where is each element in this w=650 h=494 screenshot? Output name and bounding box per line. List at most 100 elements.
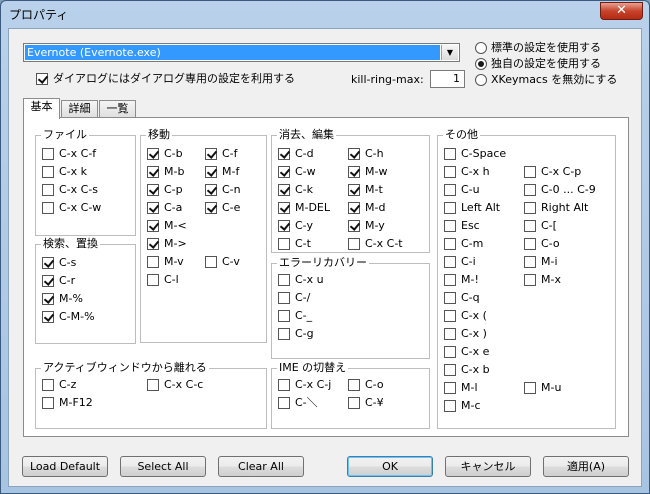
checkbox-file[interactable]: C-x C-w [42, 201, 101, 215]
checkbox-box[interactable] [444, 166, 456, 178]
checkbox-other[interactable]: M-! [444, 273, 479, 287]
checkbox-box[interactable] [348, 238, 360, 250]
checkbox-box[interactable] [278, 220, 290, 232]
dialog-settings-box[interactable] [36, 73, 48, 85]
checkbox-other[interactable]: C-x C-p [524, 165, 581, 179]
checkbox-edit[interactable]: C-h [348, 147, 384, 161]
checkbox-box[interactable] [524, 202, 536, 214]
checkbox-other[interactable]: C-x ) [444, 327, 487, 341]
checkbox-other[interactable]: M-u [524, 381, 561, 395]
checkbox-edit[interactable]: C-x C-t [348, 237, 403, 251]
checkbox-other[interactable]: C-[ [524, 219, 557, 233]
dialog-settings-checkbox[interactable]: ダイアログにはダイアログ専用の設定を利用する [36, 72, 295, 86]
checkbox-box[interactable] [147, 256, 159, 268]
checkbox-box[interactable] [348, 379, 360, 391]
checkbox-edit[interactable]: C-w [278, 165, 316, 179]
checkbox-box[interactable] [42, 148, 54, 160]
checkbox-box[interactable] [444, 382, 456, 394]
radio-standard-indicator[interactable] [475, 42, 487, 54]
checkbox-other[interactable]: C-x ( [444, 309, 487, 323]
checkbox-edit[interactable]: C-k [278, 183, 313, 197]
checkbox-other[interactable]: C-x e [444, 345, 489, 359]
checkbox-box[interactable] [147, 184, 159, 196]
checkbox-ime[interactable]: C-¥ [348, 396, 384, 410]
checkbox-box[interactable] [348, 202, 360, 214]
checkbox-edit[interactable]: M-y [348, 219, 385, 233]
checkbox-box[interactable] [278, 184, 290, 196]
radio-custom-settings[interactable]: 独自の設定を使用する [475, 57, 601, 71]
checkbox-edit[interactable]: M-w [348, 165, 387, 179]
checkbox-file[interactable]: C-x k [42, 165, 87, 179]
checkbox-box[interactable] [524, 184, 536, 196]
checkbox-box[interactable] [278, 379, 290, 391]
checkbox-other[interactable]: C-q [444, 291, 480, 305]
ok-button[interactable]: OK [347, 456, 433, 477]
checkbox-box[interactable] [278, 238, 290, 250]
checkbox-box[interactable] [278, 148, 290, 160]
checkbox-file[interactable]: C-x C-s [42, 183, 98, 197]
chevron-down-icon[interactable]: ▼ [441, 45, 458, 60]
checkbox-box[interactable] [205, 256, 217, 268]
radio-disable-xkeymacs[interactable]: XKeymacs を無効にする [475, 73, 617, 87]
checkbox-edit[interactable]: M-d [348, 201, 385, 215]
checkbox-move[interactable]: M-b [147, 165, 184, 179]
checkbox-box[interactable] [278, 310, 290, 322]
checkbox-box[interactable] [278, 328, 290, 340]
checkbox-box[interactable] [444, 274, 456, 286]
checkbox-box[interactable] [524, 238, 536, 250]
checkbox-move[interactable]: C-f [205, 147, 238, 161]
checkbox-edit[interactable]: M-DEL [278, 201, 330, 215]
checkbox-box[interactable] [278, 292, 290, 304]
checkbox-error[interactable]: C-x u [278, 273, 324, 287]
checkbox-other[interactable]: C-x b [444, 363, 490, 377]
checkbox-box[interactable] [42, 184, 54, 196]
close-button[interactable]: ✕ [600, 2, 643, 20]
checkbox-box[interactable] [444, 220, 456, 232]
radio-custom-indicator[interactable] [475, 58, 487, 70]
checkbox-other[interactable]: C-m [444, 237, 483, 251]
checkbox-other[interactable]: C-i [444, 255, 476, 269]
checkbox-box[interactable] [147, 274, 159, 286]
checkbox-box[interactable] [278, 397, 290, 409]
checkbox-box[interactable] [205, 148, 217, 160]
checkbox-move[interactable]: C-l [147, 273, 179, 287]
checkbox-ime[interactable]: C-＼ [278, 396, 318, 410]
radio-disable-indicator[interactable] [475, 74, 487, 86]
checkbox-box[interactable] [42, 202, 54, 214]
checkbox-error[interactable]: C-/ [278, 291, 310, 305]
checkbox-other[interactable]: C-x h [444, 165, 490, 179]
load-default-button[interactable]: Load Default [22, 456, 108, 477]
checkbox-box[interactable] [205, 202, 217, 214]
checkbox-box[interactable] [147, 379, 159, 391]
checkbox-box[interactable] [147, 220, 159, 232]
checkbox-box[interactable] [524, 274, 536, 286]
checkbox-search[interactable]: M-% [42, 292, 83, 306]
tab-list[interactable]: 一覧 [99, 100, 136, 118]
application-select[interactable]: Evernote (Evernote.exe) ▼ [23, 43, 460, 62]
checkbox-edit[interactable]: C-y [278, 219, 313, 233]
checkbox-move[interactable]: M-> [147, 237, 187, 251]
checkbox-move[interactable]: C-b [147, 147, 183, 161]
checkbox-other[interactable]: C-u [444, 183, 480, 197]
checkbox-box[interactable] [444, 400, 456, 412]
checkbox-box[interactable] [147, 166, 159, 178]
checkbox-box[interactable] [524, 256, 536, 268]
checkbox-box[interactable] [42, 311, 54, 323]
tab-basic[interactable]: 基本 [23, 98, 60, 119]
checkbox-other[interactable]: M-i [524, 255, 558, 269]
checkbox-other[interactable]: M-x [524, 273, 561, 287]
checkbox-box[interactable] [348, 220, 360, 232]
checkbox-box[interactable] [147, 202, 159, 214]
checkbox-box[interactable] [524, 220, 536, 232]
checkbox-error[interactable]: C-g [278, 327, 314, 341]
kill-ring-max-input[interactable]: 1 [430, 70, 465, 88]
checkbox-box[interactable] [348, 184, 360, 196]
checkbox-search[interactable]: C-r [42, 274, 75, 288]
checkbox-box[interactable] [278, 202, 290, 214]
checkbox-box[interactable] [444, 148, 456, 160]
checkbox-box[interactable] [348, 166, 360, 178]
checkbox-box[interactable] [444, 238, 456, 250]
checkbox-box[interactable] [278, 166, 290, 178]
checkbox-active[interactable]: M-F12 [42, 396, 93, 410]
checkbox-box[interactable] [444, 310, 456, 322]
